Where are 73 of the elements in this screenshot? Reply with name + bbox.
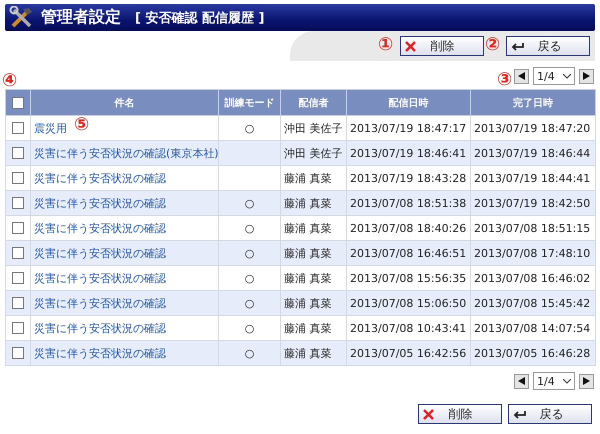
- checkbox[interactable]: [12, 222, 24, 234]
- chevron-down-icon: [563, 74, 571, 78]
- table-cell: 2013/07/19 18:46:41: [346, 140, 470, 166]
- column-header: 配信者: [280, 90, 346, 116]
- right-triangle-icon: [583, 377, 590, 385]
- delete-button[interactable]: 削除: [400, 36, 484, 56]
- subject-link[interactable]: 災害に伴う安否状況の確認: [34, 246, 166, 260]
- table-cell: ○: [218, 340, 280, 366]
- tools-icon: [9, 6, 35, 30]
- table-cell: 沖田 美佐子: [280, 140, 346, 166]
- table-cell: ○: [218, 190, 280, 216]
- subject-link[interactable]: 災害に伴う安否状況の確認(東京本社): [34, 146, 219, 160]
- table-cell: 2013/07/19 18:46:44: [470, 140, 596, 166]
- return-arrow-icon: [513, 409, 526, 419]
- column-header: 配信日時: [346, 90, 470, 116]
- table-cell: ○: [218, 240, 280, 266]
- table-cell: 藤浦 真菜: [280, 190, 346, 216]
- page-select[interactable]: 1/4: [533, 372, 575, 390]
- subject-link[interactable]: 災害に伴う安否状況の確認: [34, 222, 166, 234]
- checkbox[interactable]: [12, 96, 24, 108]
- checkbox[interactable]: [12, 272, 24, 284]
- table-cell: 2013/07/05 16:46:28: [470, 340, 596, 366]
- next-page-button[interactable]: [579, 68, 594, 84]
- page-select[interactable]: 1/4: [533, 67, 575, 85]
- close-icon: [423, 408, 434, 420]
- table-cell: 2013/07/19 18:42:50: [470, 190, 596, 216]
- table-cell: 2013/07/08 15:06:50: [346, 290, 470, 316]
- table-cell: 2013/07/08 17:48:10: [470, 240, 596, 266]
- checkbox[interactable]: [12, 347, 24, 359]
- left-triangle-icon: [518, 72, 525, 80]
- checkbox[interactable]: [12, 172, 24, 184]
- checkbox[interactable]: [12, 297, 24, 309]
- table-cell: 2013/07/08 15:45:42: [470, 290, 596, 316]
- annotation-number: ④: [2, 72, 18, 90]
- back-button[interactable]: 戻る: [506, 36, 590, 56]
- back-button[interactable]: 戻る: [508, 404, 592, 424]
- column-header: 件名: [30, 90, 218, 116]
- next-page-button[interactable]: [579, 374, 594, 388]
- right-triangle-icon: [583, 72, 590, 80]
- subject-link[interactable]: 災害に伴う安否状況の確認: [34, 322, 166, 334]
- checkbox[interactable]: [12, 147, 24, 159]
- table-cell: 2013/07/08 16:46:51: [346, 240, 470, 266]
- annotation-number: ③: [497, 71, 512, 89]
- delete-button[interactable]: 削除: [418, 404, 502, 424]
- page-subtitle: [ 安否確認 配信履歴 ]: [135, 10, 264, 26]
- page-title: 管理者設定: [41, 7, 121, 28]
- table-cell: 2013/07/05 16:42:56: [346, 340, 470, 366]
- previous-page-button[interactable]: [514, 68, 529, 84]
- annotation-number: ②: [485, 36, 500, 54]
- subject-link[interactable]: 災害に伴う安否状況の確認: [34, 296, 166, 310]
- table-cell: 藤浦 真菜: [280, 290, 346, 316]
- subject-link[interactable]: 災害に伴う安否状況の確認: [34, 172, 166, 184]
- chevron-down-icon: [563, 378, 571, 384]
- subject-link[interactable]: 災害に伴う安否状況の確認: [34, 346, 166, 360]
- checkbox[interactable]: [12, 322, 24, 334]
- close-icon: [405, 40, 416, 52]
- table-cell: 2013/07/08 18:51:38: [346, 190, 470, 216]
- checkbox[interactable]: [12, 247, 24, 259]
- subject-link[interactable]: 震災用: [34, 122, 67, 134]
- table-cell: ○: [218, 290, 280, 316]
- checkbox[interactable]: [12, 122, 24, 134]
- left-triangle-icon: [518, 377, 525, 385]
- annotation-number: ①: [378, 36, 394, 54]
- column-header: 完了日時: [470, 90, 596, 116]
- subject-link[interactable]: 災害に伴う安否状況の確認: [34, 272, 166, 284]
- table-cell: 藤浦 真菜: [280, 340, 346, 366]
- checkbox[interactable]: [12, 197, 24, 209]
- annotation-number: ⑤: [74, 116, 90, 134]
- previous-page-button[interactable]: [514, 374, 529, 388]
- subject-link[interactable]: 災害に伴う安否状況の確認: [34, 196, 166, 210]
- return-arrow-icon: [511, 41, 524, 51]
- column-header: 訓練モード: [218, 90, 280, 116]
- table-cell: 藤浦 真菜: [280, 240, 346, 266]
